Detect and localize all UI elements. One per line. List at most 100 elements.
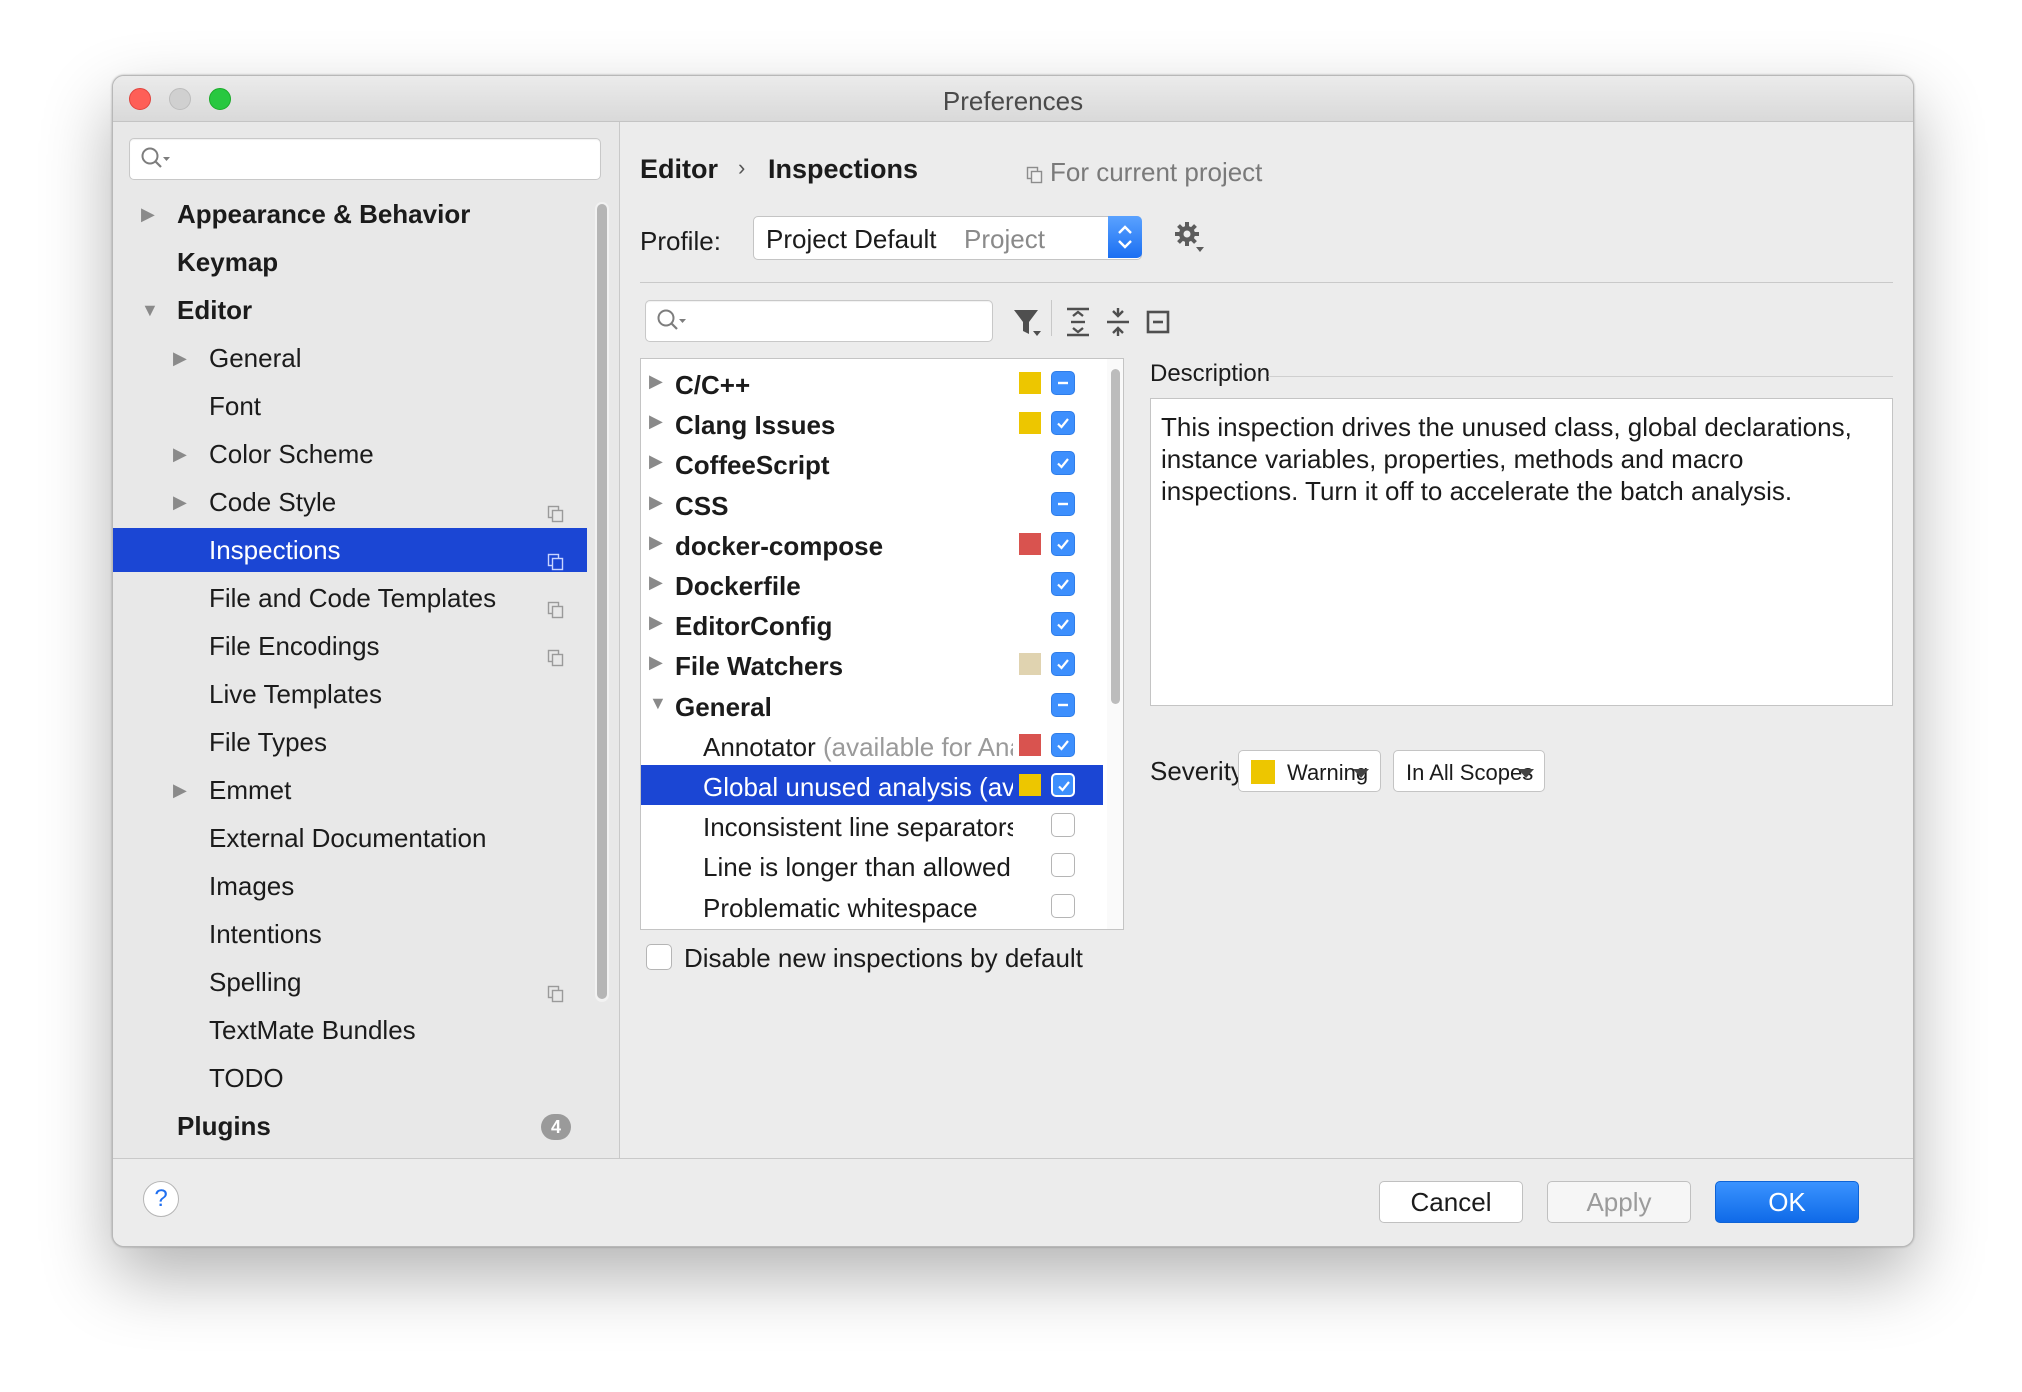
sidebar-item-font[interactable]: Font <box>113 384 587 428</box>
inspection-row[interactable]: ▶ C/C++ <box>641 363 1103 403</box>
scope-select[interactable]: In All Scopes <box>1393 750 1545 792</box>
settings-search-input[interactable] <box>129 138 601 180</box>
sidebar-item-live-templates[interactable]: Live Templates <box>113 672 587 716</box>
sidebar-item-label: Appearance & Behavior <box>177 199 471 229</box>
inspection-name: Clang Issues <box>675 410 835 441</box>
profile-select[interactable]: Project Default Project <box>753 216 1142 260</box>
triangle-right-icon[interactable]: ▶ <box>173 768 187 812</box>
inspection-row[interactable]: Inconsistent line separators <box>641 805 1103 845</box>
inspection-enabled-checkbox[interactable] <box>1051 612 1075 637</box>
help-button[interactable]: ? <box>143 1181 179 1217</box>
disable-new-inspections-label[interactable]: Disable new inspections by default <box>684 943 1083 974</box>
sidebar-item-label: Intentions <box>209 919 322 949</box>
triangle-down-icon[interactable]: ▼ <box>141 288 159 332</box>
inspection-row[interactable]: ▶ CSS <box>641 484 1103 524</box>
sidebar-item-textmate-bundles[interactable]: TextMate Bundles <box>113 1008 587 1052</box>
inspection-row[interactable]: ▶ Dockerfile <box>641 564 1103 604</box>
inspection-row[interactable]: Redundant suppression <box>641 926 1103 929</box>
inspection-enabled-checkbox[interactable] <box>1051 893 1075 918</box>
profile-scope: Project <box>964 224 1045 254</box>
collapse-all-icon[interactable] <box>1104 307 1132 342</box>
apply-button[interactable]: Apply <box>1547 1181 1691 1223</box>
sidebar-item-code-style[interactable]: ▶ Code Style <box>113 480 587 524</box>
inspection-enabled-checkbox[interactable] <box>1051 813 1075 838</box>
sidebar-item-label: Inspections <box>209 535 341 565</box>
inspection-enabled-checkbox[interactable] <box>1051 411 1075 436</box>
inspection-row[interactable]: ▶ EditorConfig <box>641 604 1103 644</box>
sidebar-item-todo[interactable]: TODO <box>113 1056 587 1100</box>
sidebar-item-intentions[interactable]: Intentions <box>113 912 587 956</box>
inspection-row[interactable]: ▶ docker-compose <box>641 524 1103 564</box>
triangle-right-icon[interactable]: ▶ <box>649 532 663 553</box>
inspections-search-input[interactable] <box>645 300 993 342</box>
inspection-enabled-checkbox[interactable] <box>1051 853 1075 878</box>
triangle-right-icon[interactable]: ▶ <box>649 612 663 633</box>
inspection-row[interactable]: Annotator (available for Analyze| <box>641 725 1103 765</box>
expand-all-icon[interactable] <box>1064 307 1092 342</box>
breadcrumb-separator: › <box>738 155 746 180</box>
triangle-right-icon[interactable]: ▶ <box>649 572 663 593</box>
triangle-right-icon[interactable]: ▶ <box>173 336 187 380</box>
search-icon <box>140 146 172 177</box>
inspection-name-text: Inconsistent line separators <box>703 812 1013 843</box>
inspection-enabled-checkbox[interactable] <box>1051 652 1075 677</box>
sidebar-item-external-documentation[interactable]: External Documentation <box>113 816 587 860</box>
inspection-row[interactable]: Problematic whitespace <box>641 886 1103 926</box>
sidebar-item-label: File Types <box>209 727 328 757</box>
ok-button[interactable]: OK <box>1715 1181 1859 1223</box>
severity-select[interactable]: Warning <box>1238 750 1381 792</box>
inspection-enabled-checkbox[interactable] <box>1051 572 1075 596</box>
sidebar-item-general[interactable]: ▶ General <box>113 336 587 380</box>
triangle-right-icon[interactable]: ▶ <box>173 432 187 476</box>
sidebar-item-label: TextMate Bundles <box>209 1015 416 1045</box>
triangle-right-icon[interactable]: ▶ <box>649 411 663 432</box>
triangle-right-icon[interactable]: ▶ <box>649 451 663 472</box>
sidebar-item-plugins[interactable]: Plugins 4 <box>113 1104 587 1148</box>
inspection-name-text: docker-compose <box>675 530 884 561</box>
sidebar-item-label: Images <box>209 871 295 901</box>
inspection-row[interactable]: Global unused analysis (available <box>641 765 1103 805</box>
sidebar-item-file-and-code-templates[interactable]: File and Code Templates <box>113 576 587 620</box>
sidebar-item-keymap[interactable]: Keymap <box>113 240 587 284</box>
sidebar-item-color-scheme[interactable]: ▶ Color Scheme <box>113 432 587 476</box>
inspection-enabled-checkbox[interactable] <box>1051 773 1075 797</box>
sidebar-item-images[interactable]: Images <box>113 864 587 908</box>
triangle-right-icon[interactable]: ▶ <box>141 192 155 236</box>
sidebar-item-label: Keymap <box>177 247 279 277</box>
inspection-enabled-checkbox[interactable] <box>1051 732 1075 757</box>
gear-icon[interactable] <box>1174 221 1206 260</box>
update-count-badge: 4 <box>541 1114 571 1140</box>
sidebar-item-spelling[interactable]: Spelling <box>113 960 587 1004</box>
reset-to-default-icon[interactable] <box>1144 307 1172 342</box>
inspections-tree: ▶ C/C++ ▶ Clang Issues ▶ CoffeeScript ▶ CSS ▶ doc… <box>640 358 1124 930</box>
inspection-row[interactable]: Line is longer than allowed by co <box>641 845 1103 885</box>
inspection-enabled-checkbox[interactable] <box>1051 692 1075 717</box>
inspections-scrollbar-thumb[interactable] <box>1111 369 1120 704</box>
triangle-down-icon[interactable]: ▼ <box>649 693 667 714</box>
sidebar-item-editor[interactable]: ▼ Editor <box>113 288 587 332</box>
inspections-panel: Editor › Inspections For current project… <box>620 122 1913 1158</box>
disable-new-inspections-checkbox[interactable] <box>646 944 672 970</box>
filter-icon[interactable] <box>1011 307 1045 346</box>
sidebar-item-appearance-behavior[interactable]: ▶ Appearance & Behavior <box>113 192 587 236</box>
sidebar-item-inspections[interactable]: Inspections <box>113 528 587 572</box>
inspection-enabled-checkbox[interactable] <box>1051 531 1075 556</box>
sidebar-item-file-encodings[interactable]: File Encodings <box>113 624 587 668</box>
inspection-row[interactable]: ▶ Clang Issues <box>641 403 1103 443</box>
inspection-enabled-checkbox[interactable] <box>1051 491 1075 516</box>
triangle-right-icon[interactable]: ▶ <box>173 480 187 524</box>
inspection-row[interactable]: ▶ File Watchers <box>641 644 1103 684</box>
triangle-right-icon[interactable]: ▶ <box>649 652 663 673</box>
breadcrumb-editor[interactable]: Editor <box>640 154 718 185</box>
inspection-enabled-checkbox[interactable] <box>1051 451 1075 476</box>
inspection-row[interactable]: ▼ General <box>641 685 1103 725</box>
sidebar-item-file-types[interactable]: File Types <box>113 720 587 764</box>
updown-chevron-icon <box>1108 216 1142 258</box>
inspection-enabled-checkbox[interactable] <box>1051 371 1075 395</box>
inspection-row[interactable]: ▶ CoffeeScript <box>641 443 1103 483</box>
sidebar-scrollbar-thumb[interactable] <box>597 204 607 999</box>
sidebar-item-emmet[interactable]: ▶ Emmet <box>113 768 587 812</box>
triangle-right-icon[interactable]: ▶ <box>649 492 663 513</box>
cancel-button[interactable]: Cancel <box>1379 1181 1523 1223</box>
triangle-right-icon[interactable]: ▶ <box>649 371 663 392</box>
